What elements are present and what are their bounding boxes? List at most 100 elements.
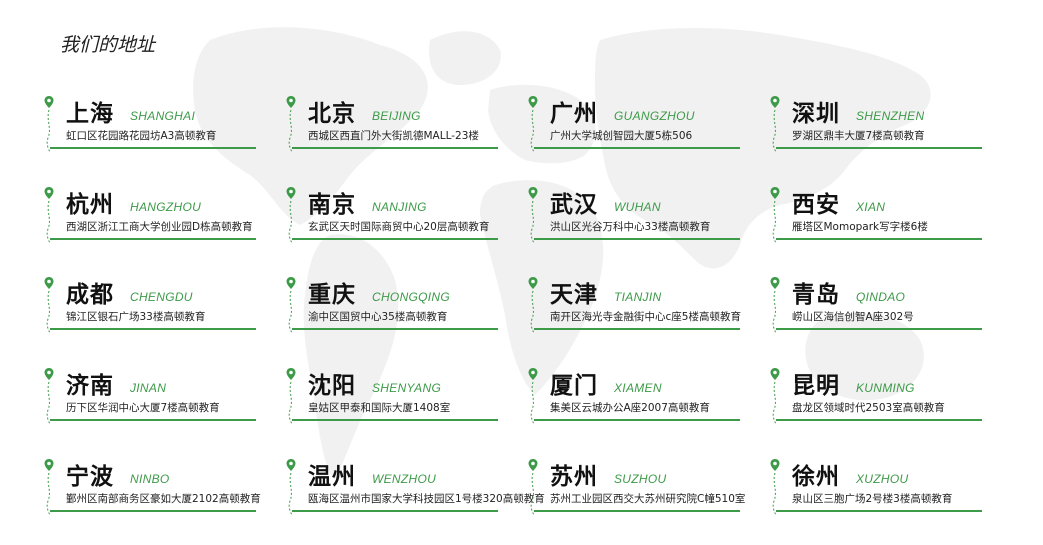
office-address: 苏州工业园区西交大苏州研究院C幢510室 <box>550 493 746 505</box>
office-city-pinyin: HANGZHOU <box>130 200 202 214</box>
office-card: 重庆 CHONGQING 渝中区国贸中心35楼高顿教育 <box>286 277 500 335</box>
office-address: 锦江区银石广场33楼高顿教育 <box>66 311 206 323</box>
office-divider <box>292 238 498 240</box>
office-card: 北京 BEIJING 西城区西直门外大街凯德MALL-23楼 <box>286 96 500 154</box>
office-city: 济南 <box>66 373 114 399</box>
office-city-pinyin: SHENZHEN <box>856 109 925 123</box>
office-card: 成都 CHENGDU 锦江区银石广场33楼高顿教育 <box>44 277 258 335</box>
office-address: 崂山区海信创智A座302号 <box>792 311 914 323</box>
office-address: 广州大学城创智园大厦5栋506 <box>550 130 693 142</box>
office-address: 盘龙区领域时代2503室高顿教育 <box>792 402 945 414</box>
office-city-pinyin: KUNMING <box>856 381 915 395</box>
office-divider <box>776 238 982 240</box>
location-pin-icon <box>286 187 296 243</box>
office-divider <box>534 147 740 149</box>
office-card: 厦门 XIAMEN 集美区云城办公A座2007高顿教育 <box>528 368 742 426</box>
location-pin-icon <box>286 459 296 515</box>
office-address: 西城区西直门外大街凯德MALL-23楼 <box>308 130 479 142</box>
office-city: 苏州 <box>550 464 598 490</box>
office-card: 徐州 XUZHOU 泉山区三胞广场2号楼3楼高顿教育 <box>770 459 984 517</box>
location-pin-icon <box>770 187 780 243</box>
location-pin-icon <box>770 368 780 424</box>
office-divider <box>50 419 256 421</box>
office-city: 昆明 <box>792 373 840 399</box>
office-divider <box>292 510 498 512</box>
office-address: 洪山区光谷万科中心33楼高顿教育 <box>550 221 711 233</box>
office-card: 苏州 SUZHOU 苏州工业园区西交大苏州研究院C幢510室 <box>528 459 746 517</box>
office-card: 宁波 NINBO 鄞州区南部商务区豪如大厦2102高顿教育 <box>44 459 261 517</box>
office-city-pinyin: CHENGDU <box>130 290 193 304</box>
office-address: 集美区云城办公A座2007高顿教育 <box>550 402 710 414</box>
office-card: 南京 NANJING 玄武区天时国际商贸中心20层高顿教育 <box>286 187 500 245</box>
office-city-pinyin: NANJING <box>372 200 427 214</box>
office-divider <box>534 419 740 421</box>
office-city: 杭州 <box>66 192 114 218</box>
office-divider <box>534 510 740 512</box>
location-pin-icon <box>44 368 54 424</box>
office-city-pinyin: JINAN <box>130 381 167 395</box>
office-city-pinyin: NINBO <box>130 472 170 486</box>
office-city: 深圳 <box>792 101 840 127</box>
office-city: 青岛 <box>792 282 840 308</box>
location-pin-icon <box>44 187 54 243</box>
office-city: 南京 <box>308 192 356 218</box>
office-city-pinyin: GUANGZHOU <box>614 109 695 123</box>
office-card: 济南 JINAN 历下区华润中心大厦7楼高顿教育 <box>44 368 258 426</box>
location-pin-icon <box>528 187 538 243</box>
office-divider <box>292 147 498 149</box>
office-divider <box>50 328 256 330</box>
office-city-pinyin: XUZHOU <box>856 472 909 486</box>
office-divider <box>50 510 256 512</box>
office-city: 沈阳 <box>308 373 356 399</box>
office-card: 杭州 HANGZHOU 西湖区浙江工商大学创业园D栋高顿教育 <box>44 187 258 245</box>
location-pin-icon <box>286 368 296 424</box>
office-card: 广州 GUANGZHOU 广州大学城创智园大厦5栋506 <box>528 96 742 154</box>
office-divider <box>534 328 740 330</box>
location-pin-icon <box>528 459 538 515</box>
office-city: 成都 <box>66 282 114 308</box>
location-pin-icon <box>528 277 538 333</box>
location-pin-icon <box>770 277 780 333</box>
office-city-pinyin: SHANGHAI <box>130 109 196 123</box>
office-divider <box>776 328 982 330</box>
office-city: 重庆 <box>308 282 356 308</box>
office-grid: 上海 SHANGHAI 虹口区花园路花园坊A3高顿教育 北京 BEIJING 西城区西直门… <box>0 0 1043 545</box>
location-pin-icon <box>528 96 538 152</box>
office-city-pinyin: CHONGQING <box>372 290 451 304</box>
office-city-pinyin: QINDAO <box>856 290 906 304</box>
office-card: 天津 TIANJIN 南开区海光寺金融街中心c座5楼高顿教育 <box>528 277 742 335</box>
office-divider <box>534 238 740 240</box>
office-city-pinyin: SUZHOU <box>614 472 667 486</box>
office-city: 宁波 <box>66 464 114 490</box>
office-divider <box>50 147 256 149</box>
office-address: 玄武区天时国际商贸中心20层高顿教育 <box>308 221 490 233</box>
office-divider <box>776 419 982 421</box>
office-city-pinyin: WENZHOU <box>372 472 437 486</box>
office-address: 皇姑区甲泰和国际大厦1408室 <box>308 402 451 414</box>
office-address: 南开区海光寺金融街中心c座5楼高顿教育 <box>550 311 741 323</box>
location-pin-icon <box>44 96 54 152</box>
office-city: 厦门 <box>550 373 598 399</box>
location-pin-icon <box>770 459 780 515</box>
office-divider <box>776 147 982 149</box>
office-city: 广州 <box>550 101 598 127</box>
office-divider <box>50 238 256 240</box>
office-address: 雁塔区Momopark写字楼6楼 <box>792 221 928 233</box>
office-address: 虹口区花园路花园坊A3高顿教育 <box>66 130 217 142</box>
office-card: 深圳 SHENZHEN 罗湖区鼎丰大厦7楼高顿教育 <box>770 96 984 154</box>
location-pin-icon <box>286 277 296 333</box>
office-city: 北京 <box>308 101 356 127</box>
office-city: 温州 <box>308 464 356 490</box>
office-card: 昆明 KUNMING 盘龙区领域时代2503室高顿教育 <box>770 368 984 426</box>
location-pin-icon <box>44 277 54 333</box>
office-address: 渝中区国贸中心35楼高顿教育 <box>308 311 448 323</box>
office-city: 西安 <box>792 192 840 218</box>
office-divider <box>292 419 498 421</box>
office-city-pinyin: SHENYANG <box>372 381 442 395</box>
office-city-pinyin: XIAMEN <box>614 381 662 395</box>
office-address: 瓯海区温州市国家大学科技园区1号楼320高顿教育 <box>308 493 545 505</box>
office-city-pinyin: BEIJING <box>372 109 421 123</box>
office-address: 历下区华润中心大厦7楼高顿教育 <box>66 402 220 414</box>
office-city: 武汉 <box>550 192 598 218</box>
office-city-pinyin: WUHAN <box>614 200 661 214</box>
